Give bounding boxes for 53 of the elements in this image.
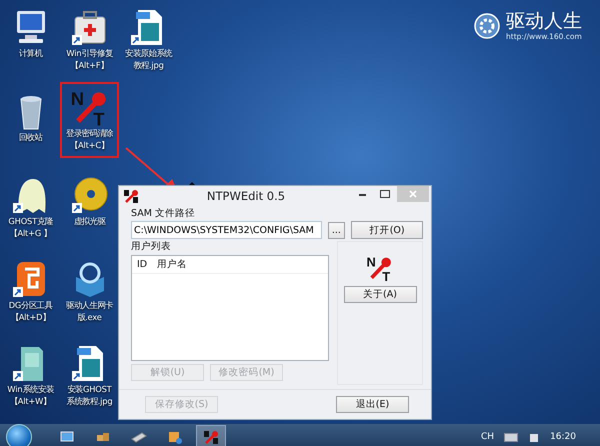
window-title: NTPWEdit 0.5	[206, 189, 286, 203]
column-header[interactable]: 用户名	[157, 259, 188, 270]
icon-label: 【Alt+C】	[70, 139, 109, 151]
icon-label: 虚拟光驱	[74, 215, 106, 227]
desktop-icon[interactable]: 安装原始系统 教程.jpg	[119, 2, 178, 86]
open-button[interactable]: 打开(O)	[351, 221, 423, 239]
column-header[interactable]: ID	[137, 259, 148, 270]
desktop-icon[interactable]: N T 登录密码清除 【Alt+C】	[60, 82, 119, 158]
icon-label: 回收站	[18, 131, 42, 143]
browse-button[interactable]: ...	[328, 222, 346, 238]
start-button[interactable]	[6, 424, 32, 446]
desktop-icon[interactable]: 安装GHOST 系统教程.jpg	[60, 338, 119, 422]
icon-label: 【Alt+F】	[70, 59, 108, 71]
exit-button[interactable]: 退出(E)	[336, 396, 409, 413]
tools-icon	[166, 429, 184, 445]
app-icon	[123, 188, 139, 204]
keyboard-icon	[504, 432, 518, 442]
language-indicator[interactable]: CH	[481, 432, 494, 442]
icon-label: 登录密码清除	[66, 127, 113, 139]
desktop-icon[interactable]: 虚拟光驱	[60, 170, 119, 254]
icon-label: 安装原始系统	[125, 47, 172, 59]
icon-label: Win引导修复	[66, 47, 113, 59]
icon-label: 【Alt+G 】	[10, 227, 52, 239]
desktop-icon[interactable]: 驱动人生网卡 版.exe	[60, 254, 119, 338]
icon-label: Win系统安装	[7, 383, 54, 395]
wallpaper-logo-title: 驱动人生	[506, 10, 582, 32]
desktop-icon[interactable]: GHOST克隆 【Alt+G 】	[1, 170, 60, 254]
gear-icon	[474, 12, 500, 38]
taskbar-button[interactable]	[196, 425, 226, 446]
sam-path-label: SAM 文件路径	[131, 208, 196, 219]
desktop-icon[interactable]: 回收站	[1, 86, 60, 170]
desktop-icon[interactable]: Win系统安装 【Alt+W】	[1, 338, 60, 422]
desktop-icon[interactable]: 计算机	[1, 2, 60, 86]
icon-label: DG分区工具	[8, 299, 52, 311]
icon-label: 【Alt+W】	[10, 395, 51, 407]
about-button[interactable]: 关于(A)	[344, 286, 416, 303]
disc-icon	[70, 175, 110, 215]
user-list[interactable]: ID 用户名	[131, 255, 329, 361]
icon-label: 教程.jpg	[133, 59, 164, 71]
close-icon	[409, 190, 417, 198]
clock[interactable]: 16:20	[550, 432, 576, 442]
icon-label: 计算机	[18, 47, 42, 59]
icon-label: 版.exe	[77, 311, 102, 323]
icon-label: 驱动人生网卡	[66, 299, 113, 311]
sam-path-field[interactable]: C:\WINDOWS\SYSTEM32\CONFIG\SAM	[131, 221, 322, 239]
key-logo-icon	[203, 429, 219, 445]
user-list-label: 用户列表	[131, 241, 172, 252]
icon-label: 安装GHOST	[67, 383, 112, 395]
maximize-icon	[380, 190, 390, 198]
icon-label: 【Alt+D】	[10, 311, 50, 323]
icon-label: 系统教程.jpg	[66, 395, 112, 407]
desktop-icon[interactable]: DG分区工具 【Alt+D】	[1, 254, 60, 338]
icon-label: GHOST克隆	[8, 215, 53, 227]
